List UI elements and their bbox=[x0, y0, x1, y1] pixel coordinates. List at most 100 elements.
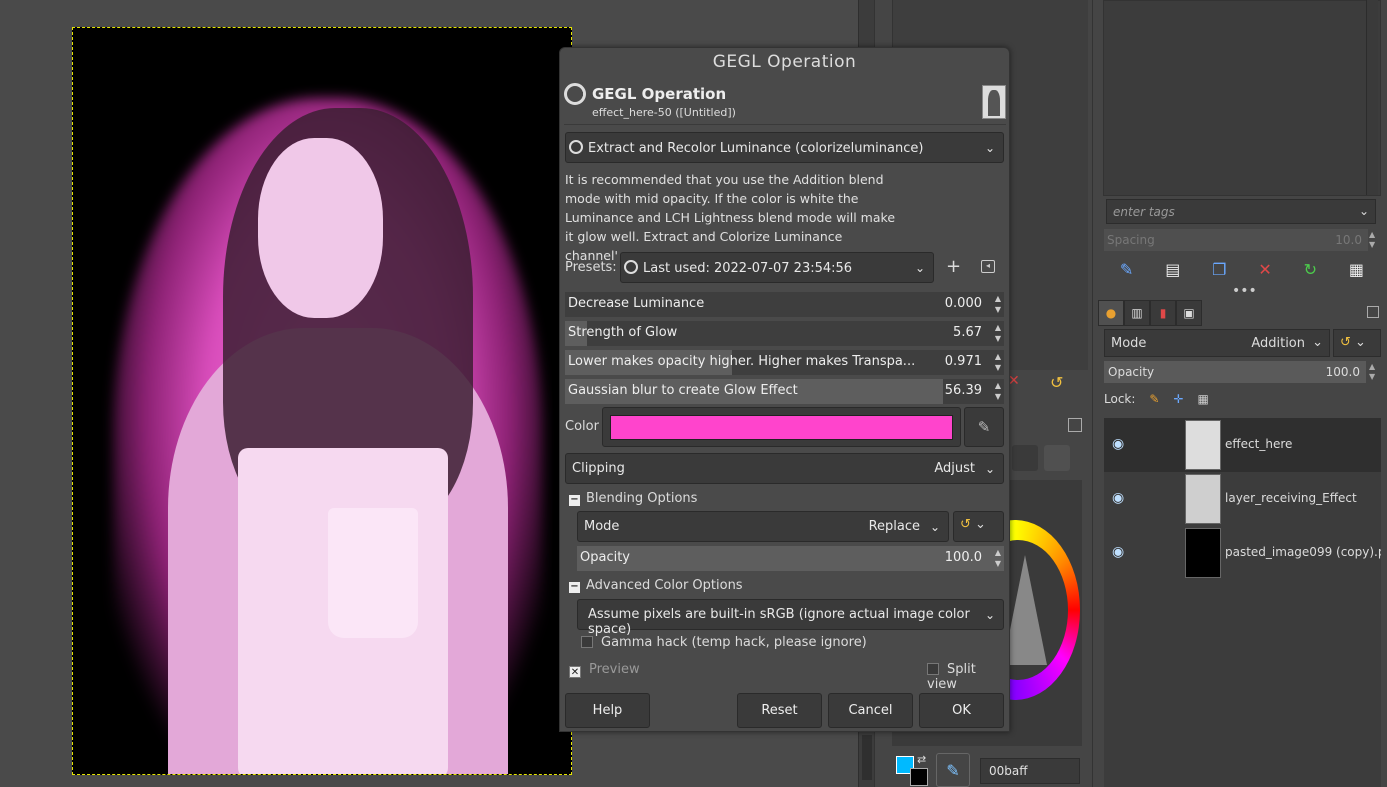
lock-position-icon[interactable]: ✛ bbox=[1173, 392, 1183, 406]
adv-header: Advanced Color Options bbox=[586, 578, 743, 593]
open-brush-as-image-icon[interactable]: ▦ bbox=[1349, 260, 1364, 279]
operation-value: Extract and Recolor Luminance (colorizel… bbox=[588, 141, 924, 156]
layer-name: layer_receiving_Effect bbox=[1225, 491, 1357, 505]
color-space-combo[interactable]: Assume pixels are built-in sRGB (ignore … bbox=[577, 599, 1004, 637]
layer-mode-reset-button[interactable]: ↺ ⌄ bbox=[1333, 329, 1381, 357]
color-picker-button[interactable]: ✎ bbox=[936, 753, 970, 787]
reset-button[interactable]: Reset bbox=[737, 693, 822, 728]
layer-mode-label: Mode bbox=[1111, 336, 1147, 351]
palette-tab-icon[interactable]: ● bbox=[1098, 300, 1124, 326]
images-tab-icon[interactable]: ▣ bbox=[1176, 300, 1202, 326]
help-button[interactable]: Help bbox=[565, 693, 650, 728]
eyedropper-icon[interactable]: ✎ bbox=[964, 407, 1004, 447]
layer-row[interactable]: ◉ layer_receiving_Effect bbox=[1104, 472, 1381, 526]
preview-checkbox[interactable]: ✕ Preview bbox=[569, 662, 640, 678]
spin-buttons[interactable]: ▲ ▼ bbox=[995, 547, 1001, 569]
delete-brush-icon[interactable]: ✕ bbox=[1258, 260, 1271, 279]
spin-buttons[interactable]: ▲ ▼ bbox=[995, 322, 1001, 344]
gaussian-blur-slider[interactable]: Gaussian blur to create Glow Effect 56.3… bbox=[565, 379, 1004, 404]
spin-buttons[interactable]: ▲ ▼ bbox=[995, 351, 1001, 373]
opacity-control-slider[interactable]: Lower makes opacity higher. Higher makes… bbox=[565, 350, 1004, 375]
layer-opacity-spin-buttons[interactable]: ▲ ▼ bbox=[1369, 362, 1375, 382]
channels-tab-icon[interactable]: ▮ bbox=[1150, 300, 1176, 326]
drawable-thumbnail bbox=[982, 85, 1006, 119]
layer-row[interactable]: ◉ effect_here bbox=[1104, 418, 1381, 472]
hex-color-field[interactable]: 00baff bbox=[980, 758, 1080, 784]
slider-value: 5.67 bbox=[953, 325, 982, 340]
eye-icon[interactable]: ◉ bbox=[1112, 436, 1124, 452]
advanced-color-expander[interactable]: − Advanced Color Options bbox=[569, 578, 743, 593]
eye-icon[interactable]: ◉ bbox=[1112, 490, 1124, 506]
checkbox[interactable] bbox=[927, 663, 939, 675]
refresh-brushes-icon[interactable]: ↻ bbox=[1304, 260, 1317, 279]
gamma-hack-checkbox[interactable]: Gamma hack (temp hack, please ignore) bbox=[581, 635, 867, 650]
layer-row[interactable]: ◉ pasted_image099 (copy).png c bbox=[1104, 526, 1381, 580]
operation-combo[interactable]: Extract and Recolor Luminance (colorizel… bbox=[565, 132, 1004, 163]
paths-tab-icon[interactable]: ▥ bbox=[1124, 300, 1150, 326]
layer-mode-combo[interactable]: Mode Addition ⌄ bbox=[1104, 329, 1330, 357]
spacing-slider[interactable]: Spacing 10.0 bbox=[1104, 229, 1368, 251]
split-view-checkbox[interactable]: Split view bbox=[927, 662, 1009, 692]
blend-mode-combo[interactable]: Mode Replace ⌄ bbox=[577, 511, 949, 542]
opacity-label: Opacity bbox=[580, 550, 631, 565]
scrollbar-thumb[interactable] bbox=[862, 735, 872, 780]
reset-icon[interactable]: ↺ bbox=[1050, 373, 1063, 392]
new-brush-icon[interactable]: ▤ bbox=[1165, 260, 1180, 279]
checkbox[interactable] bbox=[581, 636, 593, 648]
blend-opacity-slider[interactable]: Opacity 100.0 ▲ ▼ bbox=[577, 546, 1004, 571]
slider-value: 0.000 bbox=[944, 296, 982, 311]
lock-alpha-icon[interactable]: ▦ bbox=[1198, 392, 1209, 406]
palette-icon[interactable] bbox=[1012, 445, 1038, 471]
gegl-icon bbox=[569, 140, 583, 154]
clipping-combo[interactable]: Clipping Adjust ⌄ bbox=[565, 453, 1004, 484]
chevron-down-icon[interactable]: ⌄ bbox=[1359, 204, 1369, 218]
chevron-down-icon: ⌄ bbox=[984, 140, 995, 155]
blending-options-expander[interactable]: − Blending Options bbox=[569, 491, 697, 506]
dialog-title[interactable]: GEGL Operation bbox=[560, 48, 1009, 78]
coffee-cup bbox=[328, 508, 418, 638]
preview-label: Preview bbox=[589, 662, 640, 677]
duplicate-brush-icon[interactable]: ❐ bbox=[1212, 260, 1226, 279]
spin-buttons[interactable]: ▲ ▼ bbox=[995, 380, 1001, 402]
header-title: GEGL Operation bbox=[592, 85, 727, 103]
eye-icon[interactable]: ◉ bbox=[1112, 544, 1124, 560]
layers-dock-menu-icon[interactable] bbox=[1367, 306, 1379, 318]
dock-drag-handle[interactable]: ••• bbox=[1232, 283, 1257, 299]
layer-opacity-slider[interactable]: Opacity 100.0 bbox=[1104, 361, 1366, 383]
image-layer-preview[interactable] bbox=[72, 27, 572, 775]
brushes-scrollbar[interactable] bbox=[1366, 0, 1378, 195]
lock-pixels-icon[interactable]: ✎ bbox=[1149, 392, 1159, 406]
preset-menu-icon[interactable]: ◂ bbox=[981, 260, 995, 273]
background-color-swatch[interactable] bbox=[910, 768, 928, 786]
chevron-down-icon: ⌄ bbox=[914, 260, 925, 275]
gimp-window: ✕ ↺ ⇄ ✎ 00baff enter tags ⌄ Spacing 10.0 ▲… bbox=[0, 0, 1387, 787]
cancel-button[interactable]: Cancel bbox=[828, 693, 913, 728]
spacing-spin-buttons[interactable]: ▲ ▼ bbox=[1369, 230, 1375, 250]
composite-mode-button[interactable]: ↺ ⌄ bbox=[953, 511, 1004, 542]
collapse-icon[interactable]: − bbox=[569, 495, 580, 506]
spin-buttons[interactable]: ▲ ▼ bbox=[995, 293, 1001, 315]
ok-button[interactable]: OK bbox=[919, 693, 1004, 728]
paint-brush-icon[interactable]: ✎ bbox=[1120, 260, 1133, 279]
tags-placeholder: enter tags bbox=[1113, 205, 1175, 219]
strength-of-glow-slider[interactable]: Strength of Glow 5.67 ▲ ▼ bbox=[565, 321, 1004, 346]
color-space-value: Assume pixels are built-in sRGB (ignore … bbox=[588, 607, 970, 637]
lock-label: Lock: bbox=[1104, 392, 1136, 406]
layers-list: ◉ effect_here ◉ layer_receiving_Effect ◉… bbox=[1104, 418, 1381, 787]
collapse-icon[interactable]: − bbox=[569, 582, 580, 593]
presets-combo[interactable]: Last used: 2022-07-07 23:54:56 ⌄ bbox=[620, 252, 934, 283]
checkbox[interactable]: ✕ bbox=[569, 666, 581, 678]
tags-input[interactable]: enter tags ⌄ bbox=[1106, 199, 1376, 224]
color-button[interactable] bbox=[602, 407, 961, 447]
add-preset-icon[interactable]: + bbox=[946, 256, 961, 277]
spacing-label: Spacing bbox=[1107, 233, 1155, 247]
swap-colors-icon[interactable]: ⇄ bbox=[917, 753, 926, 766]
decrease-luminance-slider[interactable]: Decrease Luminance 0.000 ▲ ▼ bbox=[565, 292, 1004, 317]
layer-mode-value: Addition bbox=[1251, 336, 1305, 351]
chevron-down-icon: ⌄ bbox=[1312, 335, 1323, 350]
dock-menu-icon[interactable] bbox=[1068, 418, 1082, 432]
layer-name: effect_here bbox=[1225, 437, 1293, 451]
brushes-grid[interactable] bbox=[1103, 0, 1381, 196]
easel-icon[interactable] bbox=[1044, 445, 1070, 471]
slider-label: Gaussian blur to create Glow Effect bbox=[568, 383, 798, 398]
